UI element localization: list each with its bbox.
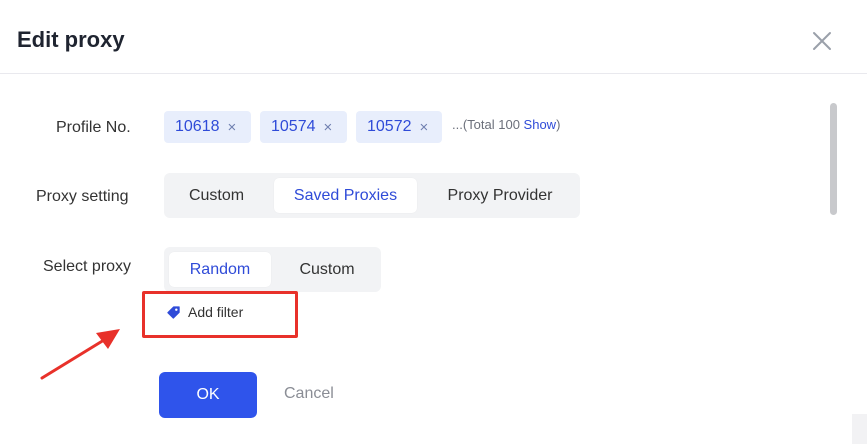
profile-tag: 10574 × xyxy=(260,111,347,143)
scrollbar-thumb[interactable] xyxy=(830,103,837,215)
profile-tag-value: 10574 xyxy=(271,118,316,135)
select-proxy-option-custom[interactable]: Custom xyxy=(278,252,376,287)
profile-no-label: Profile No. xyxy=(56,119,131,136)
proxy-setting-option-saved-proxies[interactable]: Saved Proxies xyxy=(274,178,417,213)
profile-total-text: ...(Total 100 Show) xyxy=(452,117,560,132)
window-corner xyxy=(852,414,867,444)
cancel-button[interactable]: Cancel xyxy=(284,385,334,403)
remove-tag-icon[interactable]: × xyxy=(228,119,237,136)
show-profiles-link[interactable]: Show xyxy=(524,117,557,132)
dialog-header: Edit proxy xyxy=(0,0,867,74)
annotation-highlight-box xyxy=(142,291,298,338)
total-suffix: ) xyxy=(556,117,561,132)
profile-tag-value: 10618 xyxy=(175,118,220,135)
proxy-setting-option-proxy-provider[interactable]: Proxy Provider xyxy=(426,178,574,213)
remove-tag-icon[interactable]: × xyxy=(324,119,333,136)
select-proxy-segmented: Random Custom xyxy=(164,247,381,292)
annotation-arrow-icon xyxy=(40,329,120,380)
remove-tag-icon[interactable]: × xyxy=(420,119,429,136)
close-icon[interactable] xyxy=(810,29,834,53)
edit-proxy-dialog: Edit proxy Profile No. 10618 × 10574 × 1… xyxy=(0,0,867,444)
profile-tag: 10572 × xyxy=(356,111,442,143)
ok-button[interactable]: OK xyxy=(159,372,257,418)
profile-tag: 10618 × xyxy=(164,111,251,143)
dialog-title: Edit proxy xyxy=(17,27,125,52)
total-prefix: ...(Total 100 xyxy=(452,117,524,132)
proxy-setting-option-custom[interactable]: Custom xyxy=(169,178,264,213)
select-proxy-option-random[interactable]: Random xyxy=(169,252,271,287)
profile-tag-value: 10572 xyxy=(367,118,412,135)
proxy-setting-label: Proxy setting xyxy=(36,188,129,205)
select-proxy-label: Select proxy xyxy=(43,258,132,275)
proxy-setting-segmented: Custom Saved Proxies Proxy Provider xyxy=(164,173,580,218)
